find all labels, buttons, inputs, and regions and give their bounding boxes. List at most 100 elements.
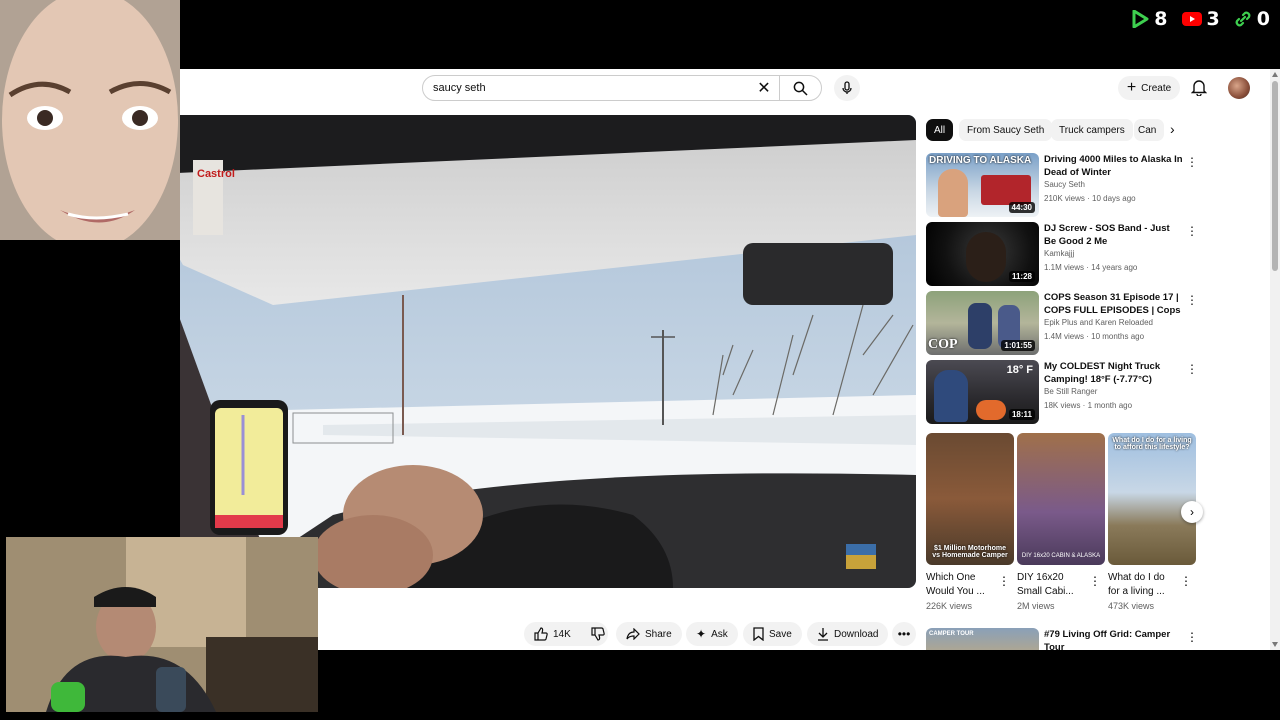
search-box[interactable]: saucy seth ✕ <box>422 75 822 101</box>
kebab-menu-icon[interactable]: ⋮ <box>1180 574 1192 588</box>
stream-counters: 8 3 0 <box>1131 8 1270 30</box>
duration-badge: 1:01:55 <box>1001 340 1035 351</box>
stream-canvas: 8 3 0 saucy seth ✕ + Create Castrol 14K … <box>0 0 1280 720</box>
thumbnail-caption: DIY 16x20 CABIN & ALASKA <box>1021 553 1101 559</box>
duration-badge: 11:28 <box>1008 271 1035 282</box>
video-title[interactable]: #79 Living Off Grid: Camper Tour <box>1044 628 1184 650</box>
webcam-feed-bottom <box>6 537 318 712</box>
video-meta: 18K views · 1 month ago <box>1044 401 1133 410</box>
short-thumbnail[interactable]: What do I do for a living to afford this… <box>1108 433 1196 565</box>
video-title[interactable]: DJ Screw - SOS Band - Just Be Good 2 Me <box>1044 222 1184 248</box>
duration-badge: 18:11 <box>1008 409 1035 420</box>
thumbnail-caption: What do I do for a living to afford this… <box>1112 437 1192 451</box>
chip-from-saucy-seth[interactable]: From Saucy Seth <box>959 119 1053 141</box>
chip-truck-campers[interactable]: Truck campers <box>1051 119 1133 141</box>
channel-name[interactable]: Epik Plus and Karen Reloaded <box>1044 318 1153 327</box>
youtube-counter: 3 <box>1181 8 1220 30</box>
thumbnail-caption: COP <box>928 337 958 352</box>
ask-label: Ask <box>711 628 728 640</box>
kebab-menu-icon[interactable]: ⋮ <box>1186 224 1198 238</box>
share-label: Share <box>645 628 672 640</box>
youtube-icon <box>1181 12 1202 26</box>
short-card[interactable]: DIY 16x20 CABIN & ALASKA DIY 16x20 Small… <box>1017 433 1105 611</box>
ask-button[interactable]: ✦ Ask <box>686 622 738 646</box>
search-button[interactable] <box>779 76 821 100</box>
oil-change-sticker: Castrol <box>197 168 235 180</box>
recommendation-item[interactable]: COP 1:01:55 COPS Season 31 Episode 17 | … <box>926 291 1266 355</box>
recommendation-item[interactable]: CAMPER TOUR #79 Living Off Grid: Camper … <box>926 628 1266 650</box>
page-scrollbar[interactable] <box>1270 69 1280 650</box>
video-thumbnail[interactable]: 18° F 18:11 <box>926 360 1039 424</box>
video-thumbnail[interactable]: 11:28 <box>926 222 1039 286</box>
video-thumbnail[interactable]: CAMPER TOUR <box>926 628 1039 650</box>
kebab-menu-icon[interactable]: ⋮ <box>1186 155 1198 169</box>
video-title[interactable]: COPS Season 31 Episode 17 | COPS FULL EP… <box>1044 291 1184 317</box>
thumbnail-caption: CAMPER TOUR <box>929 631 974 637</box>
thumbs-down-icon <box>591 627 605 641</box>
kebab-menu-icon[interactable]: ⋮ <box>1186 630 1198 644</box>
create-label: Create <box>1141 82 1172 94</box>
short-thumbnail[interactable]: $1 Million Motorhome vs Homemade Camper <box>926 433 1014 565</box>
link-count: 0 <box>1256 8 1270 30</box>
more-horizontal-icon: ••• <box>897 627 911 641</box>
chip-all[interactable]: All <box>926 119 954 141</box>
bookmark-icon <box>753 627 764 641</box>
clear-search-icon[interactable]: ✕ <box>749 78 779 98</box>
dislike-button[interactable] <box>581 627 615 641</box>
youtube-watch-page: saucy seth ✕ + Create Castrol 14K Share … <box>180 69 1280 650</box>
link-counter: 0 <box>1234 8 1270 30</box>
kebab-menu-icon[interactable]: ⋮ <box>998 574 1010 588</box>
officer-figure <box>968 303 992 349</box>
short-title[interactable]: DIY 16x20 Small Cabi... <box>1017 571 1087 599</box>
short-title[interactable]: Which One Would You ... <box>926 571 996 599</box>
short-card[interactable]: What do I do for a living to afford this… <box>1108 433 1196 611</box>
download-icon <box>818 628 828 641</box>
scroll-down-arrow[interactable] <box>1272 642 1278 647</box>
save-button[interactable]: Save <box>743 622 802 646</box>
short-views: 226K views <box>926 601 973 611</box>
play-icon <box>1132 10 1149 28</box>
download-button[interactable]: Download <box>807 622 889 646</box>
more-actions-button[interactable]: ••• <box>892 622 916 646</box>
bell-icon <box>1190 80 1208 97</box>
video-title[interactable]: My COLDEST Night Truck Camping! 18°F (-7… <box>1044 360 1184 386</box>
recommendation-item[interactable]: DRIVING TO ALASKA 44:30 Driving 4000 Mil… <box>926 153 1266 217</box>
recommendation-item[interactable]: 11:28 DJ Screw - SOS Band - Just Be Good… <box>926 222 1266 286</box>
shorts-next-button[interactable]: › <box>1181 501 1203 523</box>
chip-partial[interactable]: Can <box>1134 119 1164 141</box>
plus-icon: + <box>1126 79 1137 96</box>
short-title[interactable]: What do I do for a living ... <box>1108 571 1178 599</box>
duration-badge: 44:30 <box>1008 202 1035 213</box>
video-meta: 1.4M views · 10 months ago <box>1044 332 1145 341</box>
video-thumbnail[interactable]: COP 1:01:55 <box>926 291 1039 355</box>
kebab-menu-icon[interactable]: ⋮ <box>1186 293 1198 307</box>
search-input[interactable]: saucy seth <box>423 82 749 94</box>
kebab-menu-icon[interactable]: ⋮ <box>1186 362 1198 376</box>
create-button[interactable]: + Create <box>1118 76 1180 100</box>
red-camper-truck <box>981 175 1031 205</box>
voice-search-button[interactable] <box>834 75 860 101</box>
channel-name[interactable]: Be Still Ranger <box>1044 387 1097 396</box>
scroll-up-arrow[interactable] <box>1272 72 1278 77</box>
chevron-right-icon[interactable]: › <box>1170 121 1175 137</box>
channel-name[interactable]: Kamkajjj <box>1044 249 1074 258</box>
account-avatar[interactable] <box>1228 77 1250 99</box>
share-button[interactable]: Share <box>616 622 682 646</box>
channel-name[interactable]: Saucy Seth <box>1044 180 1085 189</box>
like-button[interactable]: 14K <box>524 627 581 641</box>
download-label: Download <box>834 628 879 640</box>
thumbnail-caption: $1 Million Motorhome vs Homemade Camper <box>932 545 1008 559</box>
short-card[interactable]: $1 Million Motorhome vs Homemade Camper … <box>926 433 1014 611</box>
short-thumbnail[interactable]: DIY 16x20 CABIN & ALASKA <box>1017 433 1105 565</box>
video-player[interactable]: Castrol <box>180 115 916 588</box>
notifications-button[interactable] <box>1190 78 1208 101</box>
microphone-icon <box>842 81 852 94</box>
recommendation-item[interactable]: 18° F 18:11 My COLDEST Night Truck Campi… <box>926 360 1266 424</box>
youtube-count: 3 <box>1206 8 1220 30</box>
video-thumbnail[interactable]: DRIVING TO ALASKA 44:30 <box>926 153 1039 217</box>
save-label: Save <box>769 628 792 640</box>
person-figure <box>966 232 1006 282</box>
video-title[interactable]: Driving 4000 Miles to Alaska In Dead of … <box>1044 153 1184 179</box>
scrollbar-thumb[interactable] <box>1272 81 1278 271</box>
kebab-menu-icon[interactable]: ⋮ <box>1089 574 1101 588</box>
